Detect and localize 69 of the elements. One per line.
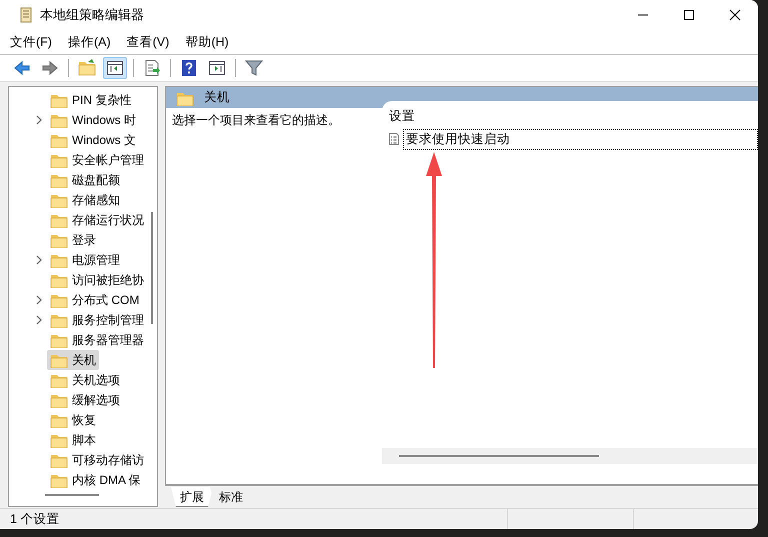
folder-icon [50,92,68,108]
maximize-icon [683,9,695,21]
export-list-icon [143,59,161,77]
folder-icon [50,252,68,268]
panel-button[interactable] [103,57,127,79]
tree-item[interactable]: 服务器管理器 [47,330,147,350]
header-title: 关机 [204,89,230,106]
setting-icon [388,132,400,146]
tree-item[interactable]: 关机选项 [47,370,123,390]
description-text: 选择一个项目来查看它的描述。 [171,112,341,129]
folder-icon [50,312,68,328]
column-header[interactable]: 设置 [389,108,415,129]
chevron-icon[interactable] [35,255,43,265]
folder-icon [50,432,68,448]
panel-icon [208,59,226,77]
tree-item[interactable]: Windows 时 [47,110,140,130]
tree-item[interactable]: 脚本 [47,430,99,450]
scrollbar-thumb[interactable] [151,212,153,324]
tree-item[interactable]: 存储感知 [47,190,123,210]
menu-item[interactable]: 文件(F) [10,34,52,50]
folder-icon [50,352,68,368]
folder-icon [50,392,68,408]
help-icon [180,59,198,77]
folder-icon [50,292,68,308]
tree-item[interactable]: 可移动存储访 [47,450,147,470]
scrollbar-thumb[interactable] [45,494,99,496]
folder-icon [50,172,68,188]
back-arrow-icon [13,59,31,77]
close-icon [729,9,741,21]
tree-item[interactable]: 登录 [47,230,99,250]
folder-icon [50,272,68,288]
folder-icon [50,332,68,348]
menu-item[interactable]: 操作(A) [68,34,111,50]
panel-icon [106,59,124,77]
folder-icon [50,152,68,168]
folder-icon [50,452,68,468]
tab[interactable]: 扩展 [171,487,213,507]
tree-item[interactable]: 电源管理 [47,250,123,270]
tree-item[interactable]: 磁盘配额 [47,170,123,190]
tree-item[interactable]: 恢复 [47,410,99,430]
folder-icon [50,132,68,148]
tree-item[interactable]: 缓解选项 [47,390,123,410]
setting-item[interactable]: 要求使用快速启动 [403,128,758,150]
folder-icon [50,232,68,248]
folder-icon [50,472,68,488]
folder-icon [50,212,68,228]
folder-icon [50,112,68,128]
folder-icon [50,372,68,388]
tree-item[interactable]: 分布式 COM [47,290,142,310]
menu-item[interactable]: 查看(V) [126,34,170,50]
folder-up-icon [78,59,96,77]
forward-arrow-icon [41,59,59,77]
tree-item[interactable]: Windows 文 [47,130,140,150]
window-title: 本地组策略编辑器 [40,6,144,24]
tree-item[interactable]: 安全帐户管理 [47,150,147,170]
status-text: 1 个设置 [9,510,60,528]
tree-item[interactable]: PIN 复杂性 [47,90,134,110]
tree-item[interactable]: 关机 [47,350,99,370]
tree-item[interactable]: 存储运行状况 [47,210,147,230]
tree-item[interactable]: 访问被拒绝协 [47,270,147,290]
chevron-icon[interactable] [35,115,43,125]
scrollbar-thumb[interactable] [399,455,599,457]
scroll-icon [18,6,34,24]
tree-item[interactable]: 服务控制管理 [47,310,147,330]
filter-icon [245,59,263,77]
folder-icon [50,412,68,428]
folder-icon [50,192,68,208]
menu-item[interactable]: 帮助(H) [185,34,229,50]
tree-item[interactable]: 内核 DMA 保 [47,470,144,490]
